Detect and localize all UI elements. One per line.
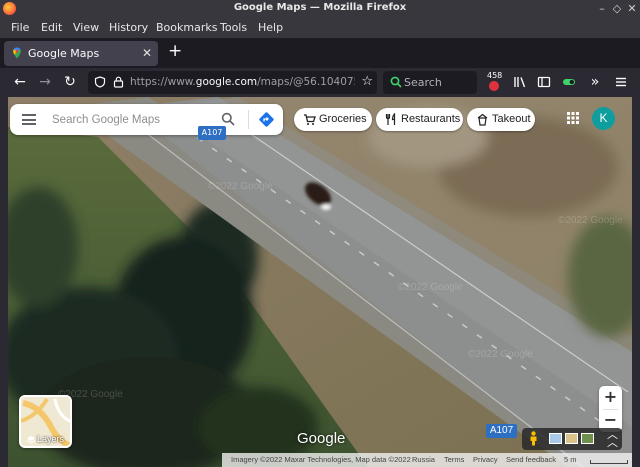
maps-search-panel <box>10 104 283 135</box>
chip-takeout[interactable]: Takeout <box>467 108 535 131</box>
terms-link[interactable]: Terms <box>444 453 464 467</box>
layers-button[interactable]: Layers <box>19 395 72 448</box>
reload-icon[interactable]: ↻ <box>62 74 78 90</box>
directions-icon[interactable] <box>258 111 275 128</box>
privacy-link[interactable]: Privacy <box>473 453 498 467</box>
ublock-icon <box>489 81 499 91</box>
chip-restaurants-label: Restaurants <box>401 113 461 125</box>
close-window-icon[interactable]: ✕ <box>626 3 638 15</box>
forward-arrow-icon[interactable]: → <box>37 74 53 90</box>
menu-edit[interactable]: Edit <box>41 21 62 34</box>
menu-bookmarks[interactable]: Bookmarks <box>156 21 217 34</box>
lock-icon[interactable] <box>113 76 124 88</box>
sidebar-icon[interactable] <box>537 75 551 89</box>
window-title: Google Maps — Mozilla Firefox <box>233 2 407 13</box>
google-apps-icon[interactable] <box>566 111 580 125</box>
url-path: /maps/@56.104075,37 <box>257 76 355 88</box>
search-divider <box>248 110 249 129</box>
url-text[interactable]: https://www.google.com/maps/@56.104075,3… <box>130 76 355 88</box>
tab-google-maps[interactable]: Google Maps ✕ <box>4 41 158 66</box>
url-bar[interactable]: https://www.google.com/maps/@56.104075,3… <box>88 71 377 94</box>
menu-help[interactable]: Help <box>258 21 283 34</box>
scale-label[interactable]: 5 m <box>564 453 577 467</box>
overflow-chevrons-icon[interactable]: » <box>587 74 603 90</box>
scale-bar <box>590 460 628 464</box>
attribution-bar: Imagery ©2022 Maxar Technologies, Map da… <box>222 453 632 467</box>
layers-label: Layers <box>37 434 65 444</box>
new-tab-icon[interactable]: + <box>168 43 182 60</box>
cart-icon <box>304 114 316 125</box>
street-view-panel: ︿ ︿ <box>522 428 622 450</box>
chip-takeout-label: Takeout <box>492 113 531 125</box>
extension-badge-count: 458 <box>487 71 503 80</box>
expand-chevron-icon[interactable]: ︿ ︿ <box>607 429 618 448</box>
url-domain: google.com <box>195 76 258 88</box>
browser-search-box[interactable]: Search <box>383 71 477 94</box>
maximize-icon[interactable]: ◇ <box>611 3 623 15</box>
svg-text:©2022 Google: ©2022 Google <box>468 349 533 360</box>
google-logo: Google <box>297 430 346 447</box>
title-bar: Google Maps — Mozilla Firefox – ◇ ✕ <box>0 0 640 18</box>
maps-search-input[interactable] <box>52 111 212 128</box>
tab-close-icon[interactable]: ✕ <box>142 46 152 60</box>
zoom-in-button[interactable]: + <box>599 386 622 409</box>
menu-view[interactable]: View <box>73 21 99 34</box>
region-link[interactable]: Russia <box>412 453 435 467</box>
url-prefix: https://www. <box>130 76 196 88</box>
svg-text:©2022 Google: ©2022 Google <box>558 215 623 226</box>
back-arrow-icon[interactable]: ← <box>12 74 28 90</box>
search-engine-icon <box>390 76 402 88</box>
hamburger-menu-icon[interactable] <box>614 75 628 89</box>
imagery-thumbnail-sky[interactable] <box>549 433 562 444</box>
browser-search-placeholder: Search <box>404 76 442 89</box>
search-icon[interactable] <box>221 112 235 126</box>
imagery-attribution: Imagery ©2022 Maxar Technologies, Map da… <box>231 455 411 464</box>
menu-tools[interactable]: Tools <box>220 21 247 34</box>
menu-bar: File Edit View History Bookmarks Tools H… <box>0 18 640 38</box>
chip-groceries-label: Groceries <box>319 113 367 125</box>
satellite-imagery[interactable]: ©2022 Google ©2022 Google ©2022 Google ©… <box>8 97 632 467</box>
minimize-icon[interactable]: – <box>596 3 608 15</box>
takeout-icon <box>477 113 488 126</box>
menu-file[interactable]: File <box>11 21 29 34</box>
svg-text:©2022 Google: ©2022 Google <box>398 282 463 293</box>
send-feedback-link[interactable]: Send feedback <box>506 453 556 467</box>
chip-restaurants[interactable]: Restaurants <box>376 108 463 131</box>
menu-history[interactable]: History <box>109 21 148 34</box>
tracking-shield-icon[interactable] <box>94 76 106 88</box>
fork-knife-icon <box>385 113 396 125</box>
road-shield-a107: A107 <box>486 424 517 438</box>
bookmark-star-icon[interactable]: ☆ <box>361 74 373 89</box>
library-icon[interactable] <box>513 75 527 89</box>
google-maps-favicon-icon <box>13 47 21 59</box>
tab-bar: Google Maps ✕ + <box>0 38 640 68</box>
pegman-icon[interactable] <box>529 431 538 446</box>
toggle-extension-icon[interactable] <box>562 75 576 89</box>
navigation-bar: ← → ↻ https://www.google.com/maps/@56.10… <box>0 68 640 97</box>
imagery-thumbnail-terrain[interactable] <box>565 433 578 444</box>
account-avatar[interactable]: K <box>592 107 615 130</box>
imagery-thumbnail-satellite[interactable] <box>581 433 594 444</box>
extension-badge-icon[interactable]: 458 <box>486 71 502 93</box>
zoom-control: + − <box>599 386 622 432</box>
chip-groceries[interactable]: Groceries <box>294 108 372 131</box>
tab-label: Google Maps <box>28 47 100 60</box>
layers-icon <box>26 436 36 444</box>
svg-text:©2022 Google: ©2022 Google <box>208 181 273 192</box>
road-shield-partial: A107 <box>198 126 226 140</box>
maps-menu-icon[interactable] <box>22 114 36 125</box>
map-canvas[interactable]: ©2022 Google ©2022 Google ©2022 Google ©… <box>8 97 632 467</box>
